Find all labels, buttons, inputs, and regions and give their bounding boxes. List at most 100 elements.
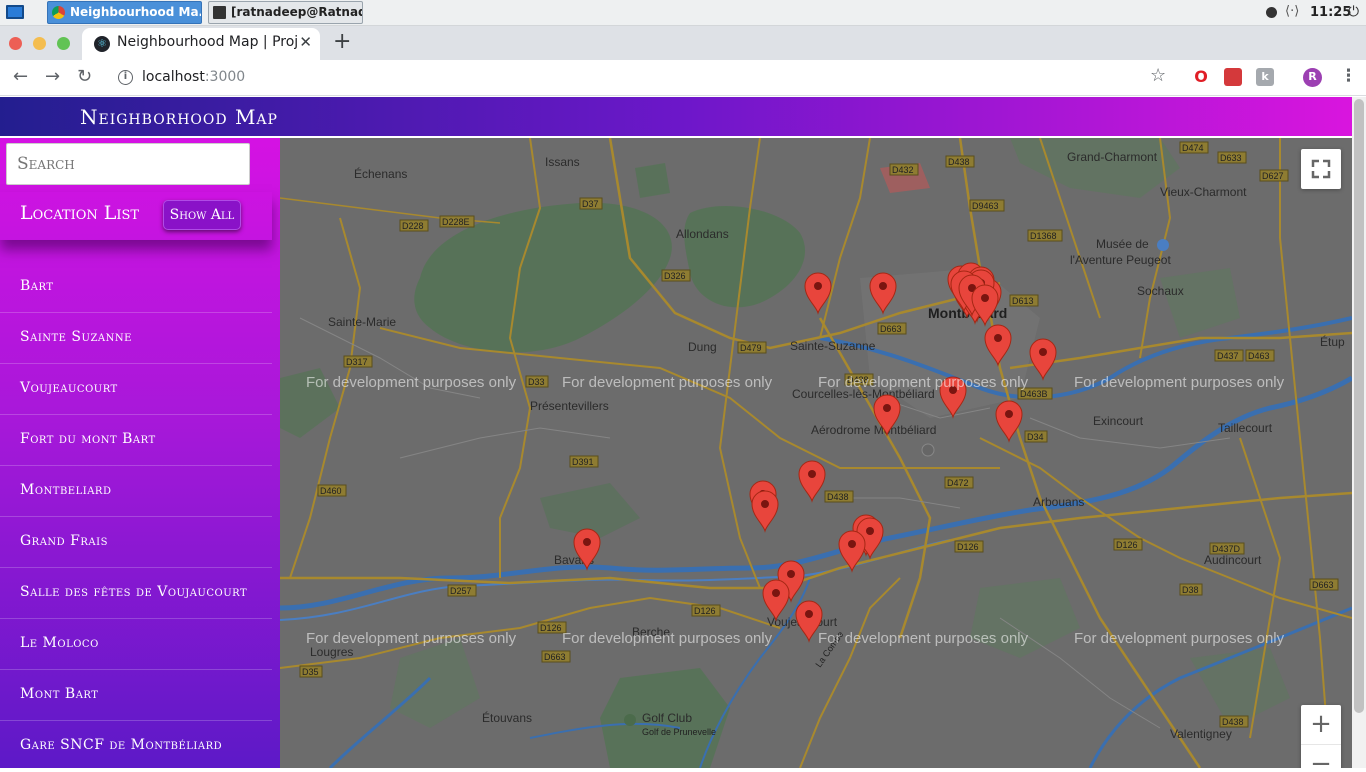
road-label: D613 <box>1009 294 1039 307</box>
place-label: Présentevillers <box>530 399 609 413</box>
zoom-in-button[interactable]: + <box>1301 705 1341 745</box>
taskbar-task-browser[interactable]: Neighbourhood Ma... <box>47 1 202 24</box>
maximize-window-button[interactable] <box>57 37 70 50</box>
power-icon[interactable]: ⏻ <box>1348 4 1359 20</box>
svg-text:D627: D627 <box>1262 171 1284 181</box>
reload-icon[interactable]: ↻ <box>77 66 92 87</box>
svg-text:D34: D34 <box>1027 432 1044 442</box>
location-item-grand-frais[interactable]: Grand Frais <box>0 517 272 568</box>
road-label: D663 <box>877 322 907 335</box>
location-item-voujeaucourt[interactable]: Voujeaucourt <box>0 364 272 415</box>
extension-icon-gray[interactable]: k <box>1256 68 1274 86</box>
minimize-window-button[interactable] <box>33 37 46 50</box>
location-list-title: Location List <box>20 202 140 224</box>
location-item-gare-sncf[interactable]: Gare SNCF de Montbéliard <box>0 721 272 772</box>
scrollbar-thumb[interactable] <box>1354 99 1364 713</box>
road-label: D627 <box>1259 169 1289 182</box>
location-item-le-moloco[interactable]: Le Moloco <box>0 619 272 670</box>
road-label: D437 <box>1214 349 1244 362</box>
svg-text:D663: D663 <box>1312 580 1334 590</box>
place-label: Grand-Charmont <box>1067 150 1158 164</box>
place-label: Étouvans <box>482 710 532 725</box>
svg-text:D33: D33 <box>528 377 545 387</box>
browser-toolbar: ← → ↻ i localhost:3000 ☆ O k R ⋮ <box>0 60 1366 96</box>
place-label: Lougres <box>310 645 353 659</box>
terminal-icon <box>213 6 226 19</box>
app-header: Neighborhood Map <box>0 97 1352 138</box>
fullscreen-icon <box>1311 159 1331 179</box>
road-label: D126 <box>691 604 721 617</box>
location-item-bart[interactable]: Bart <box>0 262 272 313</box>
place-label: Étup <box>1320 334 1345 349</box>
desktop-icon[interactable] <box>6 5 24 19</box>
info-icon[interactable]: i <box>118 70 133 85</box>
road-label: D257 <box>447 584 477 597</box>
svg-text:D479: D479 <box>740 343 762 353</box>
svg-text:D472: D472 <box>947 478 969 488</box>
place-label: Allondans <box>676 227 729 241</box>
close-tab-icon[interactable]: ✕ <box>299 33 312 51</box>
taskbar-task-terminal-label: [ratnadeep@Ratnad... <box>231 5 362 19</box>
address-bar[interactable]: localhost:3000 <box>142 69 245 85</box>
extension-icon-red[interactable] <box>1224 68 1242 86</box>
map-canvas[interactable]: Issans Échenans Allondans Sainte-Marie D… <box>280 138 1352 768</box>
forward-icon[interactable]: → <box>45 66 60 87</box>
new-tab-button[interactable]: + <box>333 29 351 54</box>
opera-extension-icon[interactable]: O <box>1192 68 1210 86</box>
svg-text:D326: D326 <box>664 271 686 281</box>
dev-watermark: For development purposes only <box>818 374 1029 391</box>
react-icon: ⚛ <box>94 36 110 52</box>
place-label: Audincourt <box>1204 553 1262 567</box>
road-label: D474 <box>1179 141 1209 154</box>
road-label: D438 <box>824 490 854 503</box>
sidebar: Location List Show All Bart Sainte Suzan… <box>0 138 280 772</box>
zoom-control: + − <box>1301 705 1341 768</box>
road-label: D633 <box>1217 151 1247 164</box>
search-input[interactable] <box>6 143 250 185</box>
menu-icon[interactable]: ⋮ <box>1340 66 1357 86</box>
browser-tab[interactable]: ⚛ Neighbourhood Map | Proje ✕ <box>82 28 320 60</box>
road-label: D126 <box>1113 538 1143 551</box>
svg-text:D438: D438 <box>948 157 970 167</box>
svg-text:D437: D437 <box>1217 351 1239 361</box>
place-label: Exincourt <box>1093 414 1144 428</box>
svg-text:D126: D126 <box>540 623 562 633</box>
svg-text:D391: D391 <box>572 457 594 467</box>
road-label: D326 <box>661 269 691 282</box>
road-label: D438 <box>945 155 975 168</box>
svg-text:D438: D438 <box>1222 717 1244 727</box>
record-icon <box>1266 7 1277 18</box>
location-item-mont-bart[interactable]: Mont Bart <box>0 670 272 721</box>
road-label: D35 <box>299 665 323 678</box>
page-scrollbar[interactable] <box>1352 97 1366 768</box>
place-label: Valentigney <box>1170 727 1232 741</box>
taskbar-task-terminal[interactable]: [ratnadeep@Ratnad... <box>208 1 363 24</box>
dev-watermark: For development purposes only <box>306 630 517 647</box>
place-label: l'Aventure Peugeot <box>1070 253 1171 267</box>
clock: 11:25 <box>1310 5 1352 20</box>
avatar[interactable]: R <box>1303 68 1322 87</box>
dev-watermark: For development purposes only <box>562 630 773 647</box>
map[interactable]: Issans Échenans Allondans Sainte-Marie D… <box>280 138 1352 768</box>
location-item-montbeliard[interactable]: Montbeliard <box>0 466 272 517</box>
location-item-fort-du-mont-bart[interactable]: Fort du mont Bart <box>0 415 272 466</box>
place-label: Issans <box>545 155 580 169</box>
back-icon[interactable]: ← <box>13 66 28 87</box>
fullscreen-button[interactable] <box>1301 149 1341 189</box>
svg-text:D126: D126 <box>694 606 716 616</box>
road-label: D1368 <box>1027 229 1063 242</box>
zoom-out-button[interactable]: − <box>1301 745 1341 768</box>
show-all-button[interactable]: Show All <box>163 200 241 230</box>
dev-watermark: For development purposes only <box>306 374 517 391</box>
bookmark-star-icon[interactable]: ☆ <box>1150 65 1166 86</box>
place-label: Golf Club <box>642 711 692 725</box>
place-label: Sochaux <box>1137 284 1184 298</box>
location-item-sainte-suzanne[interactable]: Sainte Suzanne <box>0 313 272 364</box>
place-label: Aérodrome Montbéliard <box>811 423 936 437</box>
close-window-button[interactable] <box>9 37 22 50</box>
svg-text:D257: D257 <box>450 586 472 596</box>
location-item-salle-des-fetes[interactable]: Salle des fêtes de Voujaucourt <box>0 568 272 619</box>
svg-text:D35: D35 <box>302 667 319 677</box>
road-label: D126 <box>954 540 984 553</box>
url-host: localhost <box>142 69 205 85</box>
